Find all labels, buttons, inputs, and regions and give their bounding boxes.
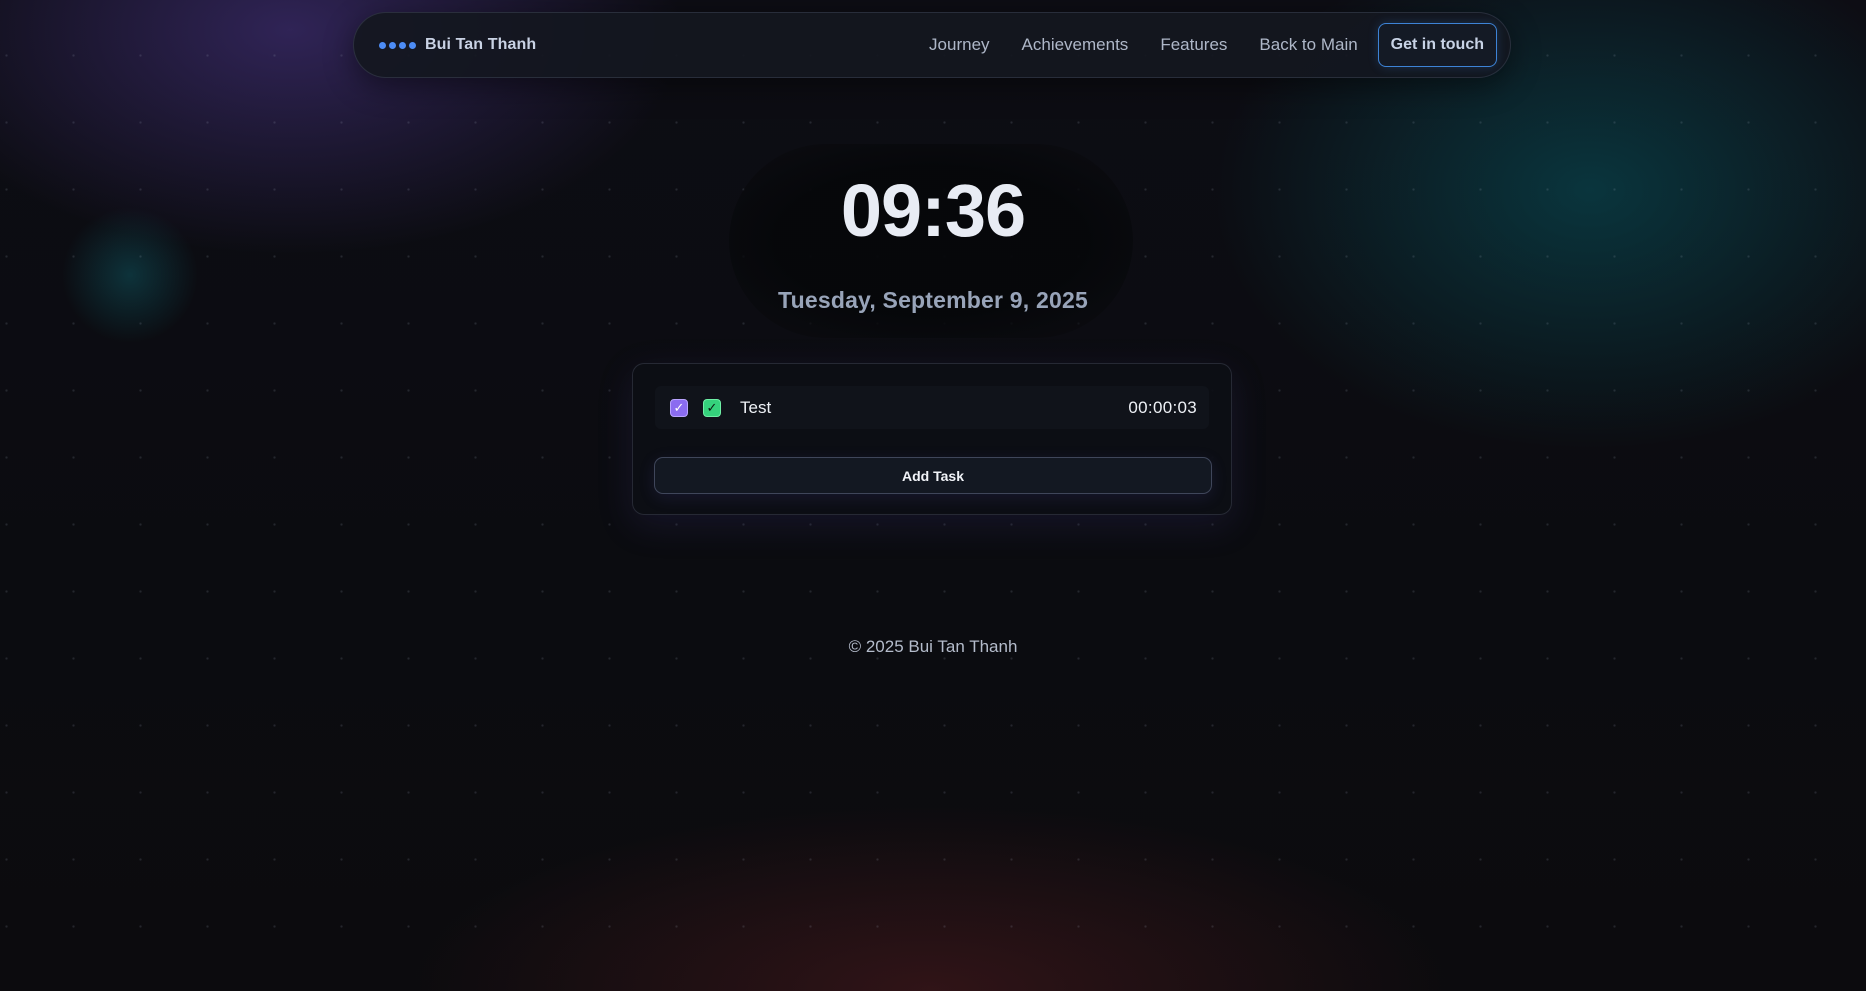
brand-logo-icon [379, 41, 416, 49]
task-row: ✓ ✓ Test 00:00:03 [655, 386, 1209, 429]
nav-link-features[interactable]: Features [1160, 35, 1227, 55]
nav-link-journey[interactable]: Journey [929, 35, 989, 55]
brand-link[interactable]: Bui Tan Thanh [379, 36, 536, 54]
task-card: ✓ ✓ Test 00:00:03 Add Task [632, 363, 1232, 515]
navbar: Bui Tan Thanh Journey Achievements Featu… [353, 12, 1511, 78]
page: Bui Tan Thanh Journey Achievements Featu… [0, 0, 1866, 991]
nav-links: Journey Achievements Features Back to Ma… [913, 13, 1497, 77]
nav-link-back-to-main[interactable]: Back to Main [1259, 35, 1357, 55]
clock-date: Tuesday, September 9, 2025 [778, 287, 1088, 313]
task-timer: 00:00:03 [1128, 397, 1197, 417]
task-name: Test [740, 397, 772, 417]
footer-copyright: © 2025 Bui Tan Thanh [848, 637, 1018, 656]
task-complete-checkbox[interactable]: ✓ [703, 398, 721, 417]
get-in-touch-button[interactable]: Get in touch [1377, 23, 1497, 67]
add-task-button[interactable]: Add Task [654, 457, 1212, 494]
nav-link-achievements[interactable]: Achievements [1022, 35, 1129, 55]
brand-name: Bui Tan Thanh [425, 36, 537, 53]
task-select-checkbox[interactable]: ✓ [670, 398, 688, 417]
clock-time: 09:36 [840, 169, 1026, 252]
